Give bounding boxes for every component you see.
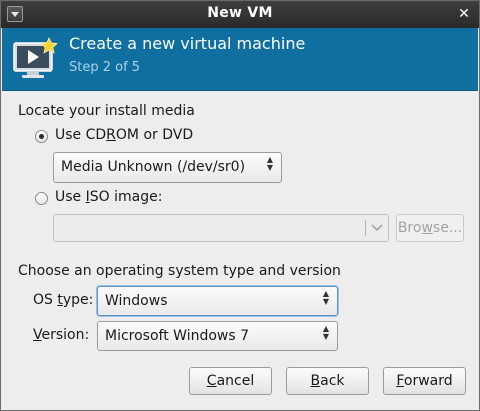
title-bar: New VM ✕ [1, 1, 479, 28]
wizard-content: Locate your install media Use CDROM or D… [2, 92, 478, 410]
back-button[interactable]: Back [286, 367, 369, 395]
new-vm-window: New VM ✕ Create a new virtual machine St… [0, 0, 480, 411]
iso-radio[interactable] [35, 192, 48, 205]
iso-radio-label[interactable]: Use ISO image: [55, 189, 162, 205]
combo-arrows-icon: ▲ ▼ [322, 324, 330, 341]
combo-arrows-icon: ▲ ▼ [266, 155, 274, 172]
os-type-value: Windows [105, 293, 168, 309]
os-version-select[interactable]: Microsoft Windows 7 ▲ ▼ [97, 321, 338, 351]
dropdown-arrow-icon [371, 224, 383, 232]
cancel-button[interactable]: Cancel [189, 367, 272, 395]
combo-separator [365, 220, 366, 236]
os-type-label: OS type: [33, 292, 94, 308]
virtual-machine-icon [13, 37, 58, 78]
os-type-select[interactable]: Windows ▲ ▼ [97, 286, 338, 316]
wizard-title: Create a new virtual machine [69, 34, 306, 53]
close-icon[interactable]: ✕ [456, 5, 472, 23]
wizard-step: Step 2 of 5 [69, 60, 141, 75]
version-label: Version: [33, 327, 90, 343]
forward-button[interactable]: Forward [383, 367, 466, 395]
os-version-value: Microsoft Windows 7 [105, 328, 250, 344]
browse-button[interactable]: Browse... [396, 214, 464, 242]
window-title: New VM [207, 5, 273, 21]
combo-arrows-icon: ▲ ▼ [322, 289, 330, 306]
cdrom-device-value: Media Unknown (/dev/sr0) [61, 159, 246, 175]
cdrom-device-select[interactable]: Media Unknown (/dev/sr0) ▲ ▼ [53, 152, 282, 183]
install-media-heading: Locate your install media [18, 103, 195, 119]
wizard-header: Create a new virtual machine Step 2 of 5 [2, 28, 478, 91]
cdrom-radio[interactable] [35, 130, 48, 143]
os-section-heading: Choose an operating system type and vers… [18, 263, 341, 279]
iso-path-combo[interactable] [53, 214, 389, 242]
cdrom-radio-label[interactable]: Use CDROM or DVD [55, 127, 193, 143]
